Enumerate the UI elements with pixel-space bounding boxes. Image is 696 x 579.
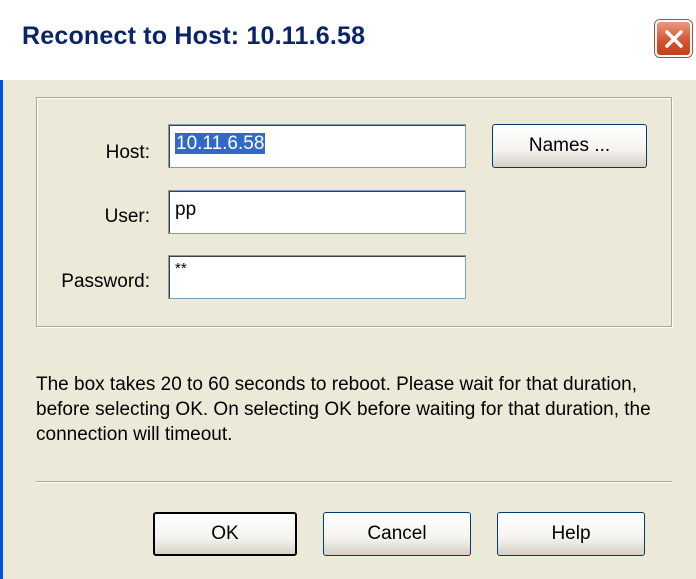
user-label: User: [104,206,150,227]
cancel-button[interactable]: Cancel [323,512,471,556]
host-label: Host: [105,142,150,163]
user-value: pp [175,199,197,220]
password-label: Password: [61,271,150,292]
close-icon [665,30,683,48]
close-button[interactable] [655,20,692,57]
password-input[interactable]: ** [168,255,466,299]
reboot-message: The box takes 20 to 60 seconds to reboot… [36,374,651,445]
host-value: 10.11.6.58 [175,133,266,154]
help-button[interactable]: Help [497,512,645,556]
ok-button[interactable]: OK [153,512,297,556]
title-bar[interactable]: Reconect to Host: 10.11.6.58 [0,0,696,80]
divider [36,481,672,483]
host-input[interactable]: 10.11.6.58 [168,124,466,168]
password-value: ** [175,260,187,277]
names-button[interactable]: Names ... [492,124,647,168]
window-frame-left [0,80,3,579]
window-title: Reconect to Host: 10.11.6.58 [22,22,366,50]
user-input[interactable]: pp [168,190,466,234]
